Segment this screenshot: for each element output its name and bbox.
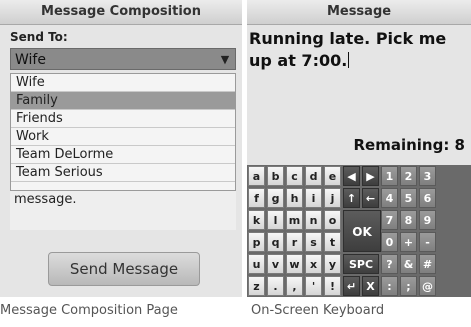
dropdown-option[interactable]: Wife <box>11 74 235 92</box>
key-number[interactable]: 7 <box>381 210 398 230</box>
right-arrow-key[interactable]: ▶ <box>362 166 379 186</box>
on-screen-keyboard: a b c d e f g h i j k l m n o p q r s t u v w x y z., '! ◀ ▶ ↑ ← SPC ↵ X O… <box>247 165 471 297</box>
key-letter[interactable]: , <box>286 276 303 296</box>
send-message-button[interactable]: Send Message <box>48 252 200 286</box>
message-text-field[interactable]: Running late. Pick me up at 7:00. <box>249 28 467 72</box>
space-key[interactable]: SPC <box>343 254 379 274</box>
composition-title: Message Composition <box>0 0 242 25</box>
keyboard-message-screen: Message Running late. Pick me up at 7:00… <box>247 0 471 297</box>
key-number[interactable]: 5 <box>400 188 417 208</box>
composition-caption: Message Composition Page <box>0 303 178 318</box>
message-body-text: message. <box>14 192 77 207</box>
key-number[interactable]: 8 <box>400 210 417 230</box>
shift-key[interactable]: ↑ <box>343 188 360 208</box>
key-letter[interactable]: m <box>286 210 303 230</box>
key-letter[interactable]: l <box>267 210 284 230</box>
key-letter[interactable]: q <box>267 232 284 252</box>
recipient-select-value: Wife <box>15 52 46 68</box>
key-number[interactable]: 1 <box>381 166 398 186</box>
key-letter[interactable]: t <box>324 232 341 252</box>
remaining-counter: Remaining: 8 <box>353 136 465 154</box>
key-letter[interactable]: v <box>267 254 284 274</box>
dropdown-option[interactable]: Team Serious <box>11 164 235 182</box>
key-number[interactable]: : <box>381 276 398 296</box>
key-number[interactable]: ; <box>400 276 417 296</box>
key-number[interactable]: 0 <box>381 232 398 252</box>
dropdown-option[interactable]: Work <box>11 128 235 146</box>
clear-key[interactable]: X <box>362 276 379 296</box>
key-letter[interactable]: y <box>324 254 341 274</box>
key-number[interactable]: + <box>400 232 417 252</box>
key-letter[interactable]: n <box>305 210 322 230</box>
keyboard-caption: On-Screen Keyboard <box>251 303 385 318</box>
key-letter[interactable]: w <box>286 254 303 274</box>
key-letter[interactable]: o <box>324 210 341 230</box>
key-letter[interactable]: a <box>248 166 265 186</box>
message-composition-screen: Message Composition Send To: Wife ▼ mess… <box>0 0 242 297</box>
dropdown-option[interactable]: Family <box>11 92 235 110</box>
key-letter[interactable]: u <box>248 254 265 274</box>
key-number[interactable]: 2 <box>400 166 417 186</box>
key-letter[interactable]: e <box>324 166 341 186</box>
key-number[interactable]: & <box>400 254 417 274</box>
key-letter[interactable]: b <box>267 166 284 186</box>
key-number[interactable]: @ <box>419 276 436 296</box>
chevron-down-icon[interactable]: ▼ <box>217 49 233 69</box>
key-number[interactable]: # <box>419 254 436 274</box>
text-cursor <box>348 52 350 68</box>
key-letter[interactable]: ! <box>324 276 341 296</box>
key-number[interactable]: 6 <box>419 188 436 208</box>
key-number[interactable]: 4 <box>381 188 398 208</box>
key-letter[interactable]: j <box>324 188 341 208</box>
key-number[interactable]: 3 <box>419 166 436 186</box>
message-title: Message <box>247 0 471 25</box>
key-letter[interactable]: g <box>267 188 284 208</box>
key-number[interactable]: ? <box>381 254 398 274</box>
key-number[interactable]: - <box>419 232 436 252</box>
key-letter[interactable]: r <box>286 232 303 252</box>
ok-key[interactable]: OK <box>343 210 381 252</box>
key-letter[interactable]: z <box>248 276 265 296</box>
key-letter[interactable]: s <box>305 232 322 252</box>
dropdown-option[interactable]: Team DeLorme <box>11 146 235 164</box>
key-number[interactable]: 9 <box>419 210 436 230</box>
recipient-select[interactable]: Wife ▼ <box>10 48 236 70</box>
key-letter[interactable]: f <box>248 188 265 208</box>
send-to-label: Send To: <box>10 30 68 44</box>
key-letter[interactable]: d <box>305 166 322 186</box>
key-letter[interactable]: c <box>286 166 303 186</box>
key-letter[interactable]: . <box>267 276 284 296</box>
dropdown-option[interactable]: Friends <box>11 110 235 128</box>
left-arrow-key[interactable]: ◀ <box>343 166 360 186</box>
key-letter[interactable]: k <box>248 210 265 230</box>
key-letter[interactable]: i <box>305 188 322 208</box>
recipient-dropdown-list: Wife Family Friends Work Team DeLorme Team Se… <box>10 73 236 191</box>
enter-key[interactable]: ↵ <box>343 276 360 296</box>
backspace-key[interactable]: ← <box>362 188 379 208</box>
key-letter[interactable]: ' <box>305 276 322 296</box>
key-letter[interactable]: x <box>305 254 322 274</box>
key-letter[interactable]: p <box>248 232 265 252</box>
key-letter[interactable]: h <box>286 188 303 208</box>
